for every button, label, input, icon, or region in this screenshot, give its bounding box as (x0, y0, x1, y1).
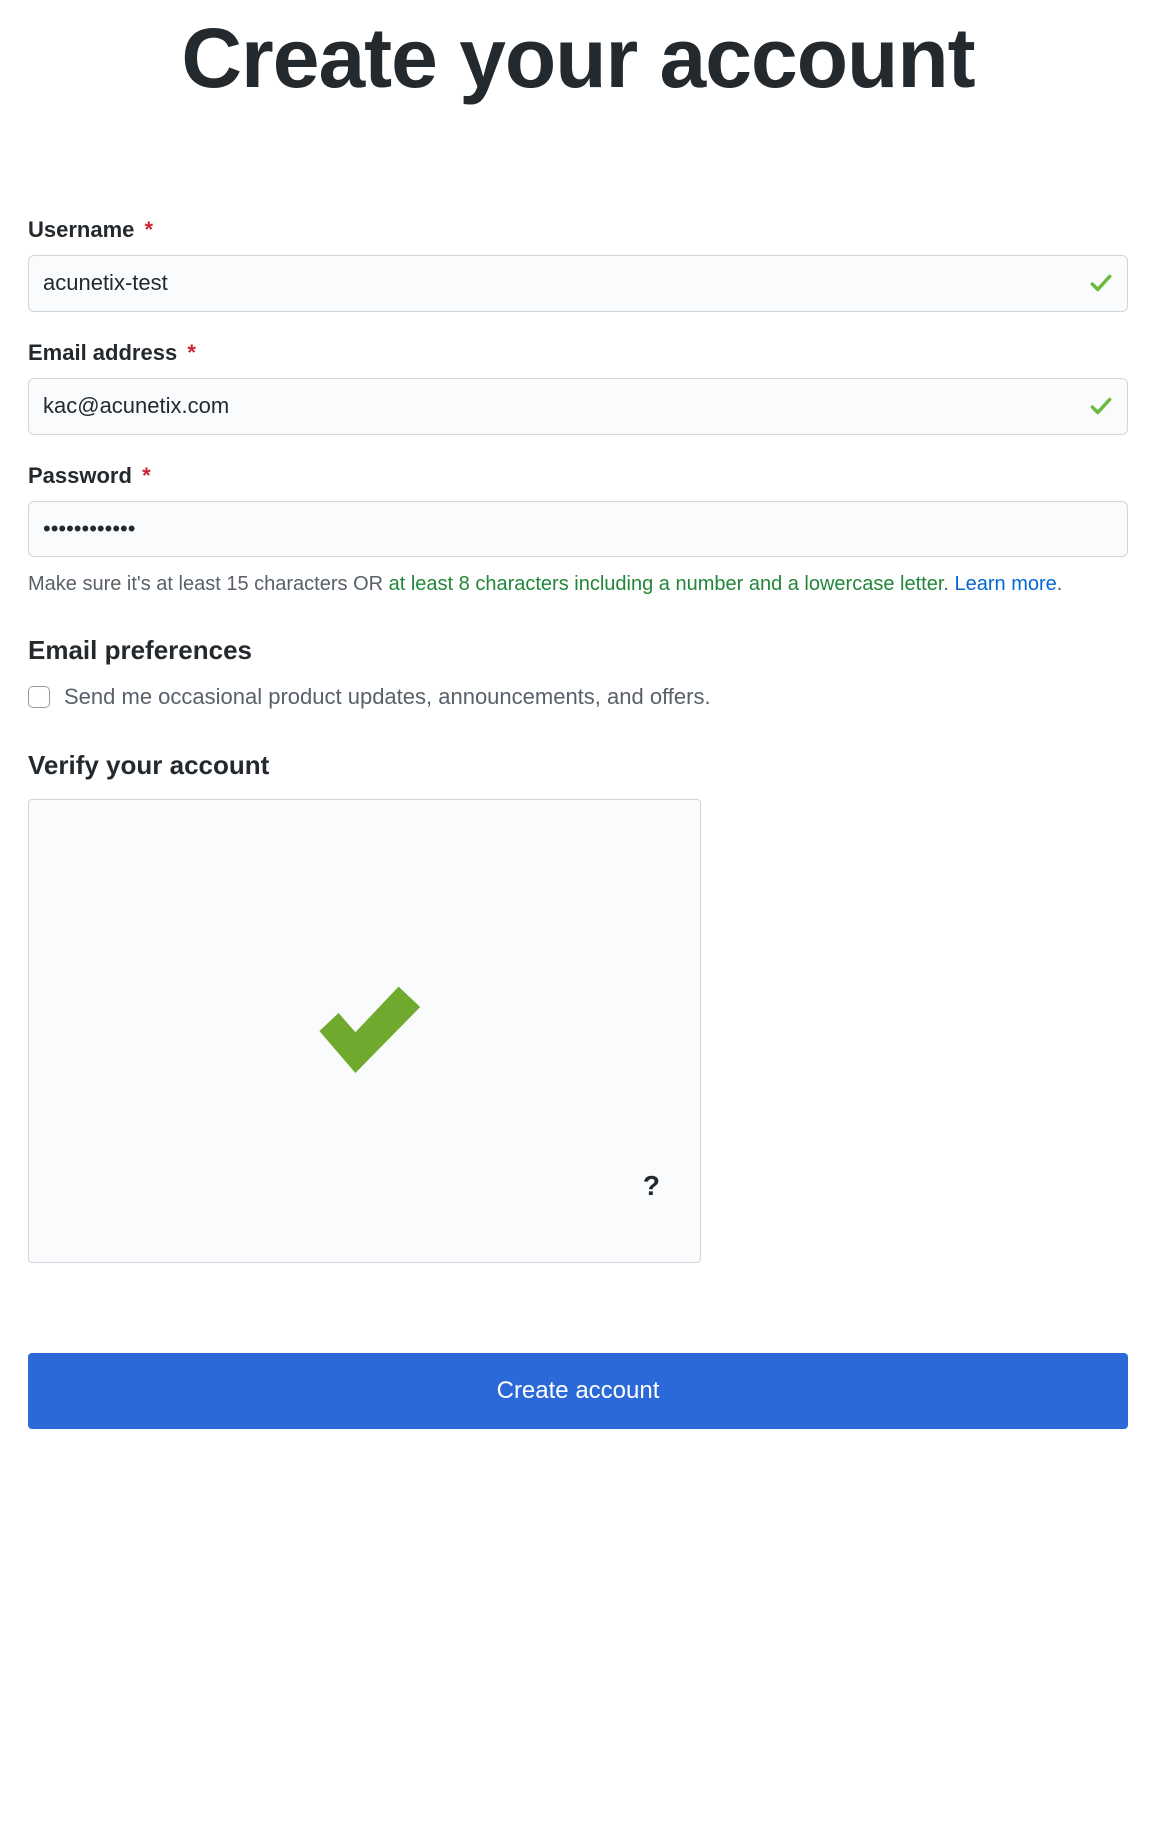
signup-form: Create your account Username * Email add… (0, 10, 1156, 1489)
create-account-button[interactable]: Create account (28, 1353, 1128, 1429)
verify-heading: Verify your account (28, 750, 1128, 781)
email-prefs-label: Send me occasional product updates, anno… (64, 684, 711, 710)
email-input[interactable] (28, 378, 1128, 435)
username-label: Username * (28, 217, 1128, 243)
hint-text: Make sure it's at least 15 characters OR (28, 573, 389, 595)
checkmark-icon (1088, 393, 1114, 419)
password-hint: Make sure it's at least 15 characters OR… (28, 569, 1128, 599)
label-text: Email address (28, 340, 177, 365)
email-field-wrap (28, 378, 1128, 435)
label-text: Password (28, 463, 132, 488)
email-prefs-checkbox[interactable] (28, 686, 50, 708)
password-input[interactable] (28, 501, 1128, 558)
label-text: Username (28, 217, 134, 242)
password-label: Password * (28, 463, 1128, 489)
required-mark: * (142, 463, 151, 488)
email-prefs-row: Send me occasional product updates, anno… (28, 684, 1128, 710)
hint-requirement: at least 8 characters including a number… (389, 573, 944, 595)
captcha-help-button[interactable]: ? (643, 1170, 660, 1202)
page-title: Create your account (28, 10, 1128, 107)
learn-more-link[interactable]: Learn more (955, 573, 1057, 595)
password-field-wrap (28, 501, 1128, 558)
hint-text: . (1057, 573, 1063, 595)
email-label: Email address * (28, 340, 1128, 366)
required-mark: * (145, 217, 154, 242)
required-mark: * (187, 340, 196, 365)
username-field-wrap (28, 255, 1128, 312)
captcha-box: ? (28, 799, 701, 1263)
email-prefs-heading: Email preferences (28, 635, 1128, 666)
checkmark-icon (1088, 270, 1114, 296)
hint-text: . (943, 573, 954, 595)
captcha-checkmark-icon (295, 965, 435, 1085)
username-input[interactable] (28, 255, 1128, 312)
